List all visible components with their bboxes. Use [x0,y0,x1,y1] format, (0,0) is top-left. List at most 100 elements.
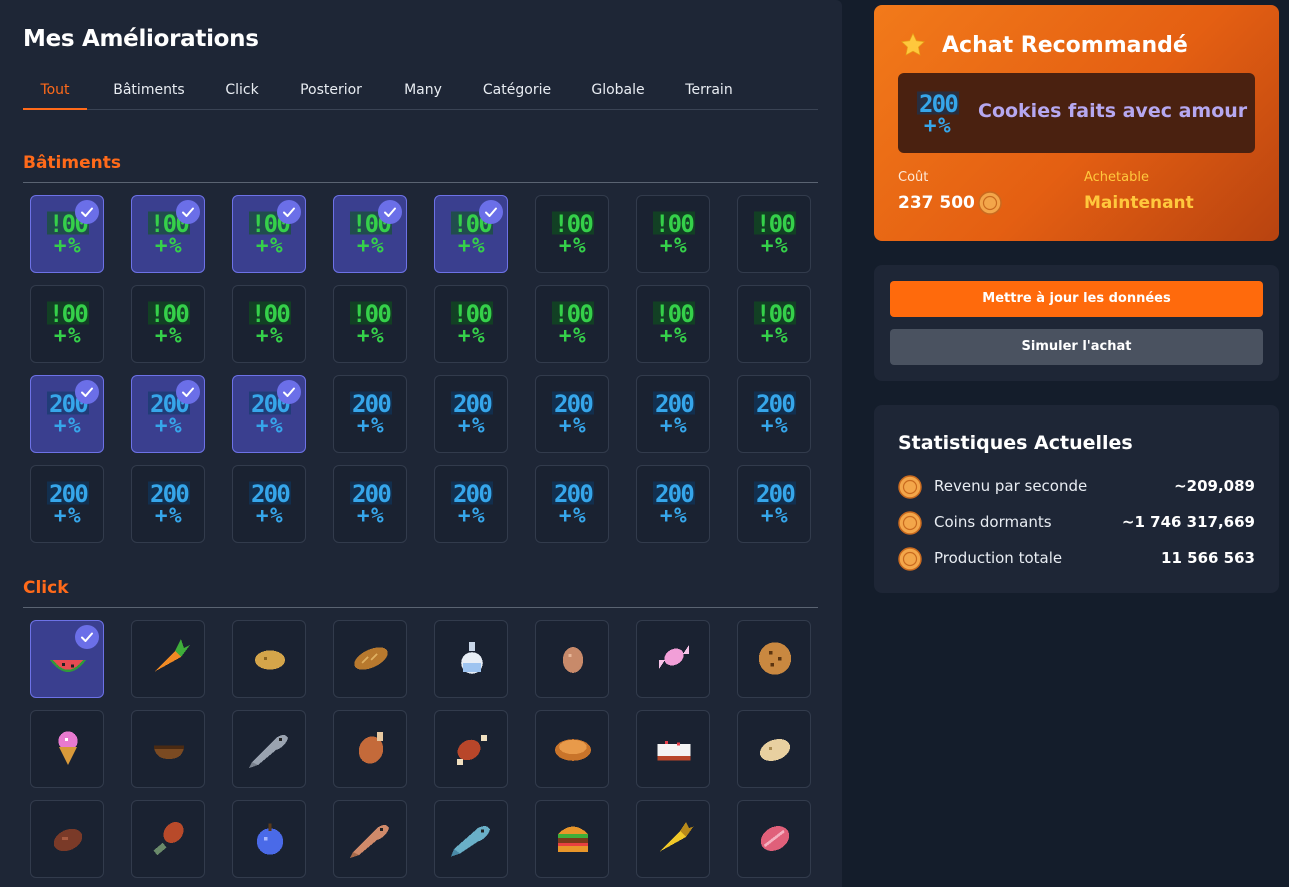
svg-text:+%: +% [155,323,183,346]
upgrade-tile[interactable] [30,710,104,788]
upgrade-tile[interactable] [333,800,407,878]
upgrade-tile[interactable]: !00 +% [535,285,609,363]
update-data-button[interactable]: Mettre à jour les données [890,281,1263,317]
tab-globale[interactable]: Globale [585,72,651,110]
svg-text:+%: +% [155,413,183,436]
upgrade-tile[interactable]: !00 +% [232,195,306,273]
upgrade-tile[interactable]: 200 +% [333,375,407,453]
recommended-title: Achat Recommandé [942,33,1188,58]
upgrade-tile[interactable]: !00 +% [434,285,508,363]
200-percent-icon: 200 +% [653,480,696,526]
upgrade-tile[interactable]: !00 +% [30,285,104,363]
upgrade-tile[interactable] [131,800,205,878]
upgrade-tile[interactable] [30,620,104,698]
upgrade-tile[interactable]: 200 +% [535,465,609,543]
tab-terrain[interactable]: Terrain [679,72,739,110]
upgrade-tile[interactable]: 200 +% [131,375,205,453]
upgrade-tile[interactable] [131,620,205,698]
upgrade-tile[interactable] [232,620,306,698]
upgrade-tile[interactable]: 200 +% [232,375,306,453]
upgrade-tile[interactable]: !00 +% [131,285,205,363]
bowl-icon [154,745,184,759]
pumpkin-pie-icon [555,739,591,761]
upgrade-tile[interactable]: !00 +% [131,195,205,273]
upgrade-tile[interactable]: 200 +% [333,465,407,543]
actions-panel: Mettre à jour les données Simuler l'acha… [874,265,1279,381]
stat-value: ~1 746 317,669 [1121,513,1255,531]
page-title: Mes Améliorations [23,26,259,52]
upgrade-tile[interactable] [737,710,811,788]
tab-batiments[interactable]: Bâtiments [103,72,195,110]
tab-many[interactable]: Many [397,72,449,110]
upgrade-tile[interactable] [131,710,205,788]
svg-text:+%: +% [357,233,385,256]
upgrade-tile[interactable]: !00 +% [333,285,407,363]
upgrade-tile[interactable]: !00 +% [232,285,306,363]
upgrade-tile[interactable]: 200 +% [434,375,508,453]
tab-tout[interactable]: Tout [23,72,87,110]
check-icon [277,200,301,224]
svg-text:+%: +% [256,413,284,436]
upgrade-tile[interactable] [232,710,306,788]
upgrade-tile[interactable]: 200 +% [535,375,609,453]
upgrade-tile[interactable]: 200 +% [131,465,205,543]
upgrade-tile[interactable] [333,710,407,788]
upgrade-tile[interactable] [333,620,407,698]
100-percent-icon: !00 +% [552,210,595,256]
upgrade-tile[interactable] [30,800,104,878]
upgrade-tile[interactable]: !00 +% [636,195,710,273]
svg-text:+%: +% [256,323,284,346]
200-percent-icon: 200 +% [653,390,696,436]
svg-text:+%: +% [458,323,486,346]
upgrade-tile[interactable]: !00 +% [30,195,104,273]
recommended-item[interactable]: 200 +% Cookies faits avec amour [898,73,1255,153]
100-percent-icon: !00 +% [754,300,797,346]
upgrade-tile[interactable]: !00 +% [434,195,508,273]
check-icon [176,380,200,404]
upgrade-tile[interactable]: 200 +% [737,465,811,543]
upgrade-tile[interactable]: 200 +% [636,465,710,543]
upgrade-tile[interactable] [232,800,306,878]
upgrade-tile[interactable] [737,800,811,878]
100-percent-icon: !00 +% [653,300,696,346]
upgrade-tile[interactable] [636,800,710,878]
star-icon [901,32,925,56]
svg-text:+%: +% [559,323,587,346]
upgrade-tile[interactable]: !00 +% [737,195,811,273]
upgrade-tile[interactable] [434,710,508,788]
upgrade-tile[interactable] [434,800,508,878]
upgrade-tile[interactable]: 200 +% [636,375,710,453]
upgrade-tile[interactable]: 200 +% [30,465,104,543]
upgrade-tile[interactable] [535,800,609,878]
svg-text:+%: +% [761,323,789,346]
svg-text:+%: +% [256,503,284,526]
cooked-salmon-icon [350,825,389,858]
tab-categorie[interactable]: Catégorie [477,72,557,110]
upgrade-tile[interactable]: !00 +% [535,195,609,273]
upgrade-tile[interactable] [434,620,508,698]
coin-icon [898,511,922,535]
simulate-purchase-button[interactable]: Simuler l'achat [890,329,1263,365]
burger-icon [558,826,588,852]
upgrade-tile[interactable]: 200 +% [232,465,306,543]
100-percent-icon: !00 +% [350,300,393,346]
drumstick-icon [153,822,184,856]
tab-click[interactable]: Click [217,72,267,110]
svg-text:+%: +% [54,323,82,346]
upgrade-tile[interactable]: !00 +% [737,285,811,363]
section-divider [23,182,818,183]
100-percent-icon: !00 +% [754,210,797,256]
upgrade-tile[interactable] [636,710,710,788]
upgrade-tile[interactable]: 200 +% [30,375,104,453]
check-icon [75,625,99,649]
upgrade-tile[interactable]: !00 +% [333,195,407,273]
upgrade-tile[interactable] [535,710,609,788]
upgrade-tile[interactable]: !00 +% [636,285,710,363]
tab-posterior[interactable]: Posterior [295,72,367,110]
upgrade-tile[interactable]: 200 +% [434,465,508,543]
svg-text:+%: +% [155,233,183,256]
upgrade-tile[interactable] [737,620,811,698]
upgrade-tile[interactable]: 200 +% [737,375,811,453]
upgrade-tile[interactable] [535,620,609,698]
upgrade-tile[interactable] [636,620,710,698]
